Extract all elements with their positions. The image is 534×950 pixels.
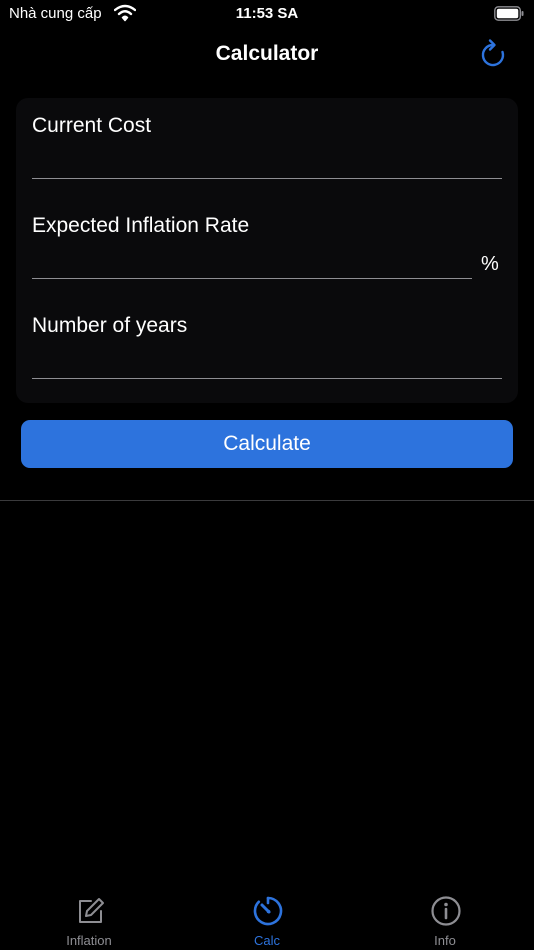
section-divider: [0, 500, 534, 501]
refresh-icon[interactable]: [478, 38, 508, 70]
current-cost-underline: [32, 178, 502, 179]
current-cost-field: Current Cost: [32, 114, 502, 184]
percent-suffix: %: [481, 253, 499, 275]
status-time: 11:53 SA: [235, 5, 299, 22]
info-icon: [431, 896, 461, 926]
page-title: Calculator: [215, 42, 319, 65]
navigation-bar: Calculator: [0, 36, 534, 76]
years-underline: [32, 378, 502, 379]
status-bar: Nhà cung cấp 11:53 SA: [0, 0, 534, 28]
tab-bar: Inflation Calc Info: [0, 880, 534, 950]
current-cost-input[interactable]: [32, 152, 502, 178]
tab-calc-label: Calc: [253, 933, 280, 948]
years-input[interactable]: [32, 352, 502, 378]
calculate-button[interactable]: Calculate: [21, 420, 513, 468]
current-cost-label: Current Cost: [32, 114, 152, 137]
edit-icon: [79, 898, 104, 923]
tab-inflation-label: Inflation: [66, 933, 112, 948]
form-card: Current Cost Expected Inflation Rate % N…: [16, 98, 518, 403]
inflation-rate-underline: [32, 278, 472, 279]
timer-icon: [253, 896, 283, 926]
inflation-rate-field: Expected Inflation Rate: [32, 214, 502, 284]
tab-info[interactable]: Info: [356, 880, 534, 950]
inflation-rate-label: Expected Inflation Rate: [32, 214, 250, 237]
battery-icon: [494, 6, 524, 21]
tab-inflation[interactable]: Inflation: [0, 880, 178, 950]
tab-calc[interactable]: Calc: [178, 880, 356, 950]
years-field: Number of years: [32, 314, 502, 384]
inflation-rate-input[interactable]: [32, 252, 472, 278]
tab-info-label: Info: [434, 933, 456, 948]
years-label: Number of years: [32, 314, 188, 337]
